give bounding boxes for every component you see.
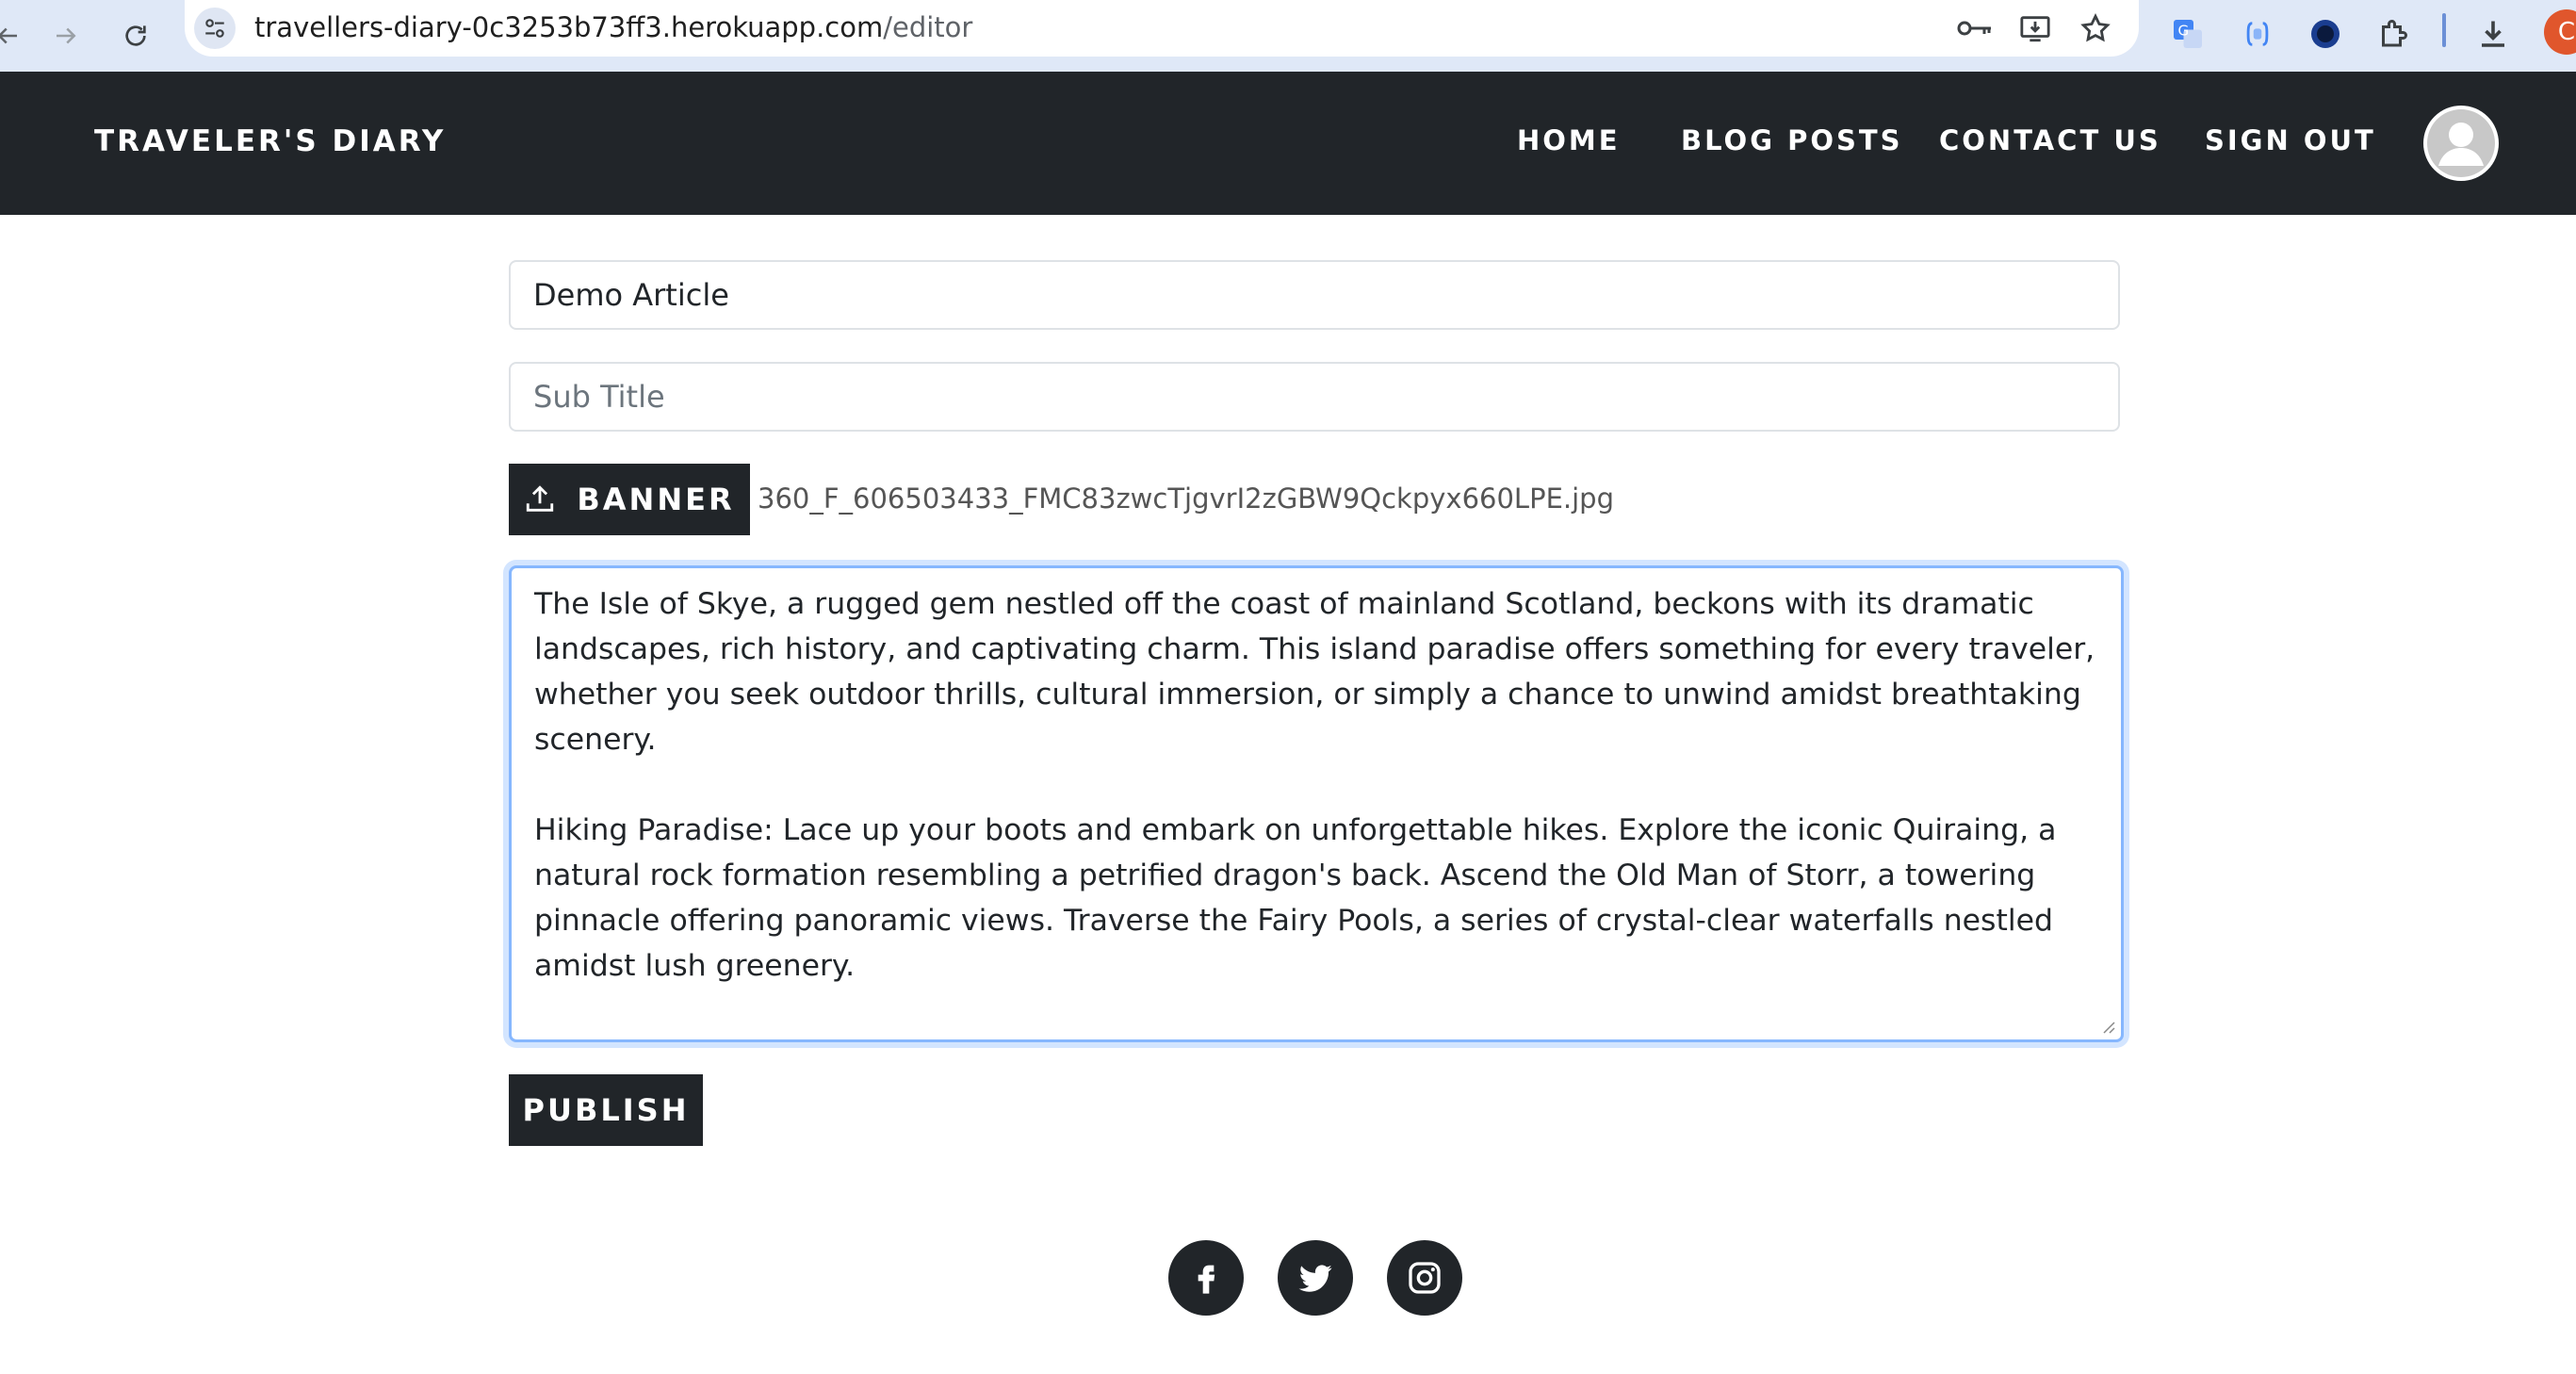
puzzle-icon [2382,20,2407,47]
nav-link-home[interactable]: HOME [1517,124,1621,156]
body-paragraph: Unveiling History: Delve into Skye's cap… [534,1034,2098,1039]
bracket-extension-icon [2246,22,2269,46]
extensions-menu-button[interactable] [2369,9,2418,58]
instagram-link[interactable] [1387,1240,1462,1316]
article-body-textarea[interactable]: The Isle of Skye, a rugged gem nestled o… [509,565,2124,1042]
tune-icon [205,19,224,38]
back-button[interactable] [0,9,34,62]
site-navbar: TRAVELER'S DIARY HOME BLOG POSTS CONTACT… [0,72,2576,215]
downloads-button[interactable] [2469,9,2518,58]
svg-text:G: G [2178,23,2190,40]
toolbar-divider [2442,13,2446,47]
dark-circle-extension-icon [2311,20,2340,48]
banner-upload-button[interactable]: BANNER [509,464,750,535]
url-text: travellers-diary-0c3253b73ff3.herokuapp.… [254,11,972,43]
browser-toolbar: travellers-diary-0c3253b73ff3.herokuapp.… [0,0,2576,72]
forward-button[interactable] [40,9,92,62]
body-paragraph: Hiking Paradise: Lace up your boots and … [534,813,2057,983]
banner-file-name: 360_F_606503433_FMC83zwcTjgvrI2zGBW9Qckp… [758,483,1614,515]
address-bar[interactable]: travellers-diary-0c3253b73ff3.herokuapp.… [185,0,2139,57]
nav-link-sign-out[interactable]: SIGN OUT [2205,124,2376,156]
install-icon [2020,16,2050,42]
forward-arrow-icon [57,27,76,44]
twitter-icon [1298,1265,1332,1292]
google-translate-extension[interactable]: G [2163,9,2212,58]
url-path: /editor [883,11,973,43]
reload-button[interactable] [109,9,162,62]
upload-icon [527,485,554,512]
publish-button[interactable]: PUBLISH [509,1074,703,1146]
key-icon [1957,21,1991,36]
title-input[interactable] [509,260,2120,330]
star-icon [2080,12,2111,42]
password-key-button[interactable] [1952,6,1997,51]
user-avatar[interactable] [2423,106,2499,181]
profile-avatar-button[interactable]: C [2544,9,2576,55]
body-paragraph: The Isle of Skye, a rugged gem nestled o… [534,587,2095,757]
nav-link-contact-us[interactable]: CONTACT US [1939,124,2161,156]
download-icon [2482,21,2504,47]
site-info-button[interactable] [194,8,236,49]
instagram-icon [1409,1262,1441,1294]
facebook-link[interactable] [1168,1240,1244,1316]
translate-icon: G [2174,20,2202,48]
install-app-button[interactable] [2013,6,2058,51]
url-host: travellers-diary-0c3253b73ff3.herokuapp.… [254,11,884,43]
subtitle-input[interactable] [509,362,2120,432]
default-user-icon [2427,109,2495,177]
resize-grip-icon[interactable] [2098,1017,2115,1034]
reload-icon [125,25,146,46]
facebook-icon [1198,1265,1215,1294]
site-brand[interactable]: TRAVELER'S DIARY [94,124,446,158]
nav-link-blog-posts[interactable]: BLOG POSTS [1681,124,1903,156]
back-arrow-icon [0,27,17,44]
twitter-link[interactable] [1278,1240,1353,1316]
extension-button-2[interactable] [2233,9,2282,58]
extension-button-3[interactable] [2301,9,2350,58]
banner-button-label: BANNER [577,482,735,517]
bookmark-star-button[interactable] [2073,6,2118,51]
